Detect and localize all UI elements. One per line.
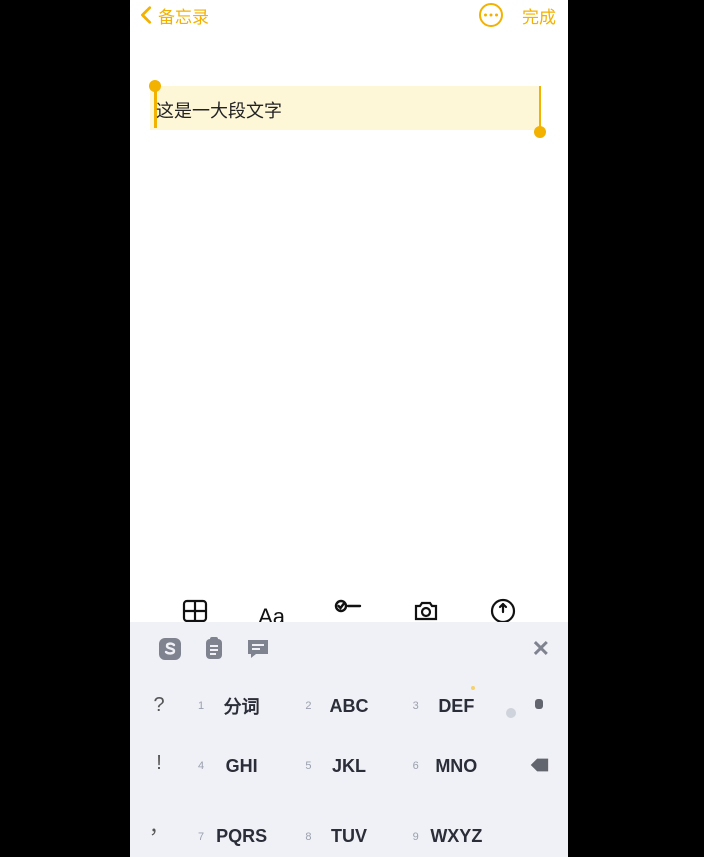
key-4[interactable]: 4GHI [188, 736, 295, 796]
camera-icon[interactable] [412, 589, 440, 622]
symbol-key-exclaim[interactable]: ! [156, 752, 162, 775]
key-9[interactable]: 9WXYZ [403, 797, 510, 857]
checklist-icon[interactable] [334, 589, 362, 622]
sogou-icon[interactable] [148, 636, 192, 662]
back-label: 备忘录 [158, 3, 209, 28]
symbol-key-comma[interactable]: ， [149, 810, 169, 839]
key-7[interactable]: 7PQRS [188, 797, 295, 857]
keyboard: ✕ ? ! ， 1分词 2ABC 3DEF 4GHI [130, 622, 568, 857]
note-text: 这是一大段文字 [156, 97, 282, 123]
markup-icon[interactable] [489, 589, 517, 622]
key-3[interactable]: 3DEF [403, 676, 510, 736]
symbol-key-question[interactable]: ? [153, 694, 164, 717]
key-5[interactable]: 5JKL [295, 736, 402, 796]
selection-handle-end[interactable] [534, 126, 546, 138]
note-editor[interactable]: 这是一大段文字 [130, 30, 568, 586]
key-8[interactable]: 8TUV [295, 797, 402, 857]
more-options-button[interactable] [478, 2, 504, 28]
done-button[interactable]: 完成 [522, 3, 556, 28]
voice-input-key[interactable] [535, 699, 543, 709]
key-1[interactable]: 1分词 [188, 676, 295, 736]
backspace-key[interactable] [528, 754, 550, 781]
key-2[interactable]: 2ABC [295, 676, 402, 736]
selection-handle-start[interactable] [149, 80, 161, 92]
chat-icon[interactable] [236, 636, 280, 662]
text-format-icon[interactable]: Aa [258, 606, 285, 622]
back-button[interactable]: 备忘录 [136, 3, 209, 28]
format-toolbar: Aa [130, 586, 568, 622]
clipboard-icon[interactable] [192, 636, 236, 662]
key-6[interactable]: 6MNO [403, 736, 510, 796]
selection-caret-end[interactable] [539, 86, 542, 128]
close-keyboard-button[interactable]: ✕ [532, 636, 550, 662]
table-icon[interactable] [181, 589, 209, 622]
